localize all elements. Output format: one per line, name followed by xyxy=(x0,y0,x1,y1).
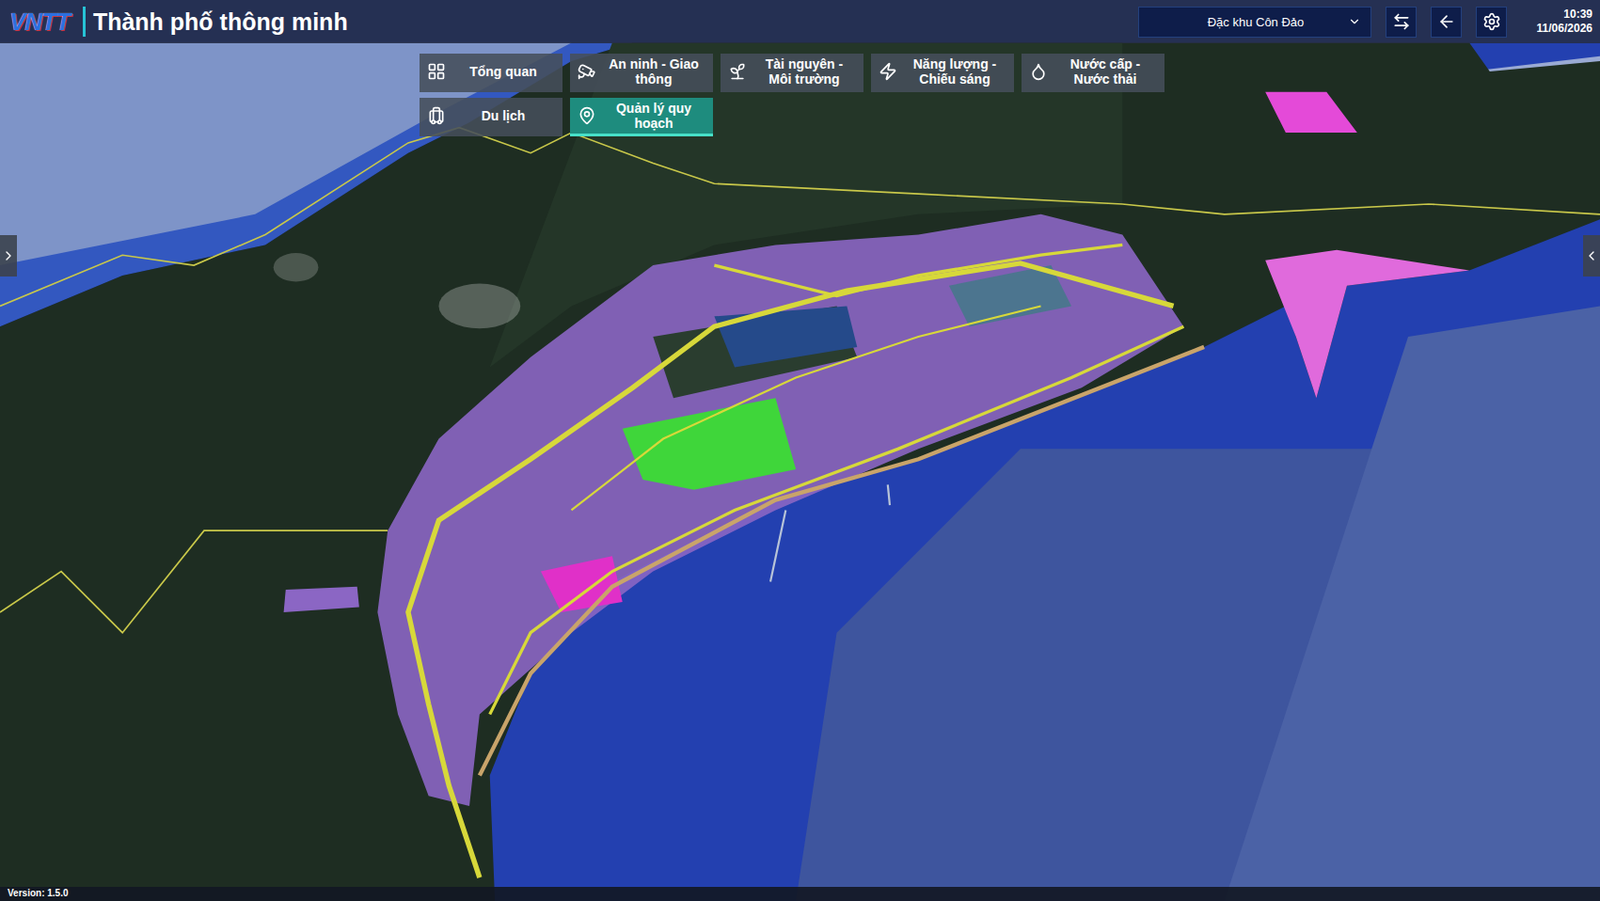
chevron-left-icon xyxy=(1584,248,1600,264)
header-bar: VNTT Thành phố thông minh Đặc khu Côn Đảo 1… xyxy=(0,0,1600,44)
module-menu: Tổng quan An ninh - Giao thông Tài nguyên … xyxy=(419,53,1165,137)
module-label: Quản lý quy hoạch xyxy=(601,100,706,131)
divider xyxy=(82,6,86,37)
right-panel-toggle[interactable] xyxy=(1583,235,1600,277)
logo[interactable]: VNTT xyxy=(9,7,76,37)
time: 10:39 xyxy=(1563,7,1593,22)
version-bar: Version: 1.5.0 xyxy=(0,887,1600,901)
district-dropdown[interactable]: Đặc khu Côn Đảo xyxy=(1138,6,1372,38)
module-icon xyxy=(577,106,597,126)
left-panel-toggle[interactable] xyxy=(0,235,17,277)
module-button[interactable]: Tổng quan xyxy=(419,53,563,93)
module-label: An ninh - Giao thông xyxy=(601,56,706,87)
brand: VNTT Thành phố thông minh xyxy=(9,6,349,37)
module-button[interactable]: An ninh - Giao thông xyxy=(570,53,713,93)
city-map[interactable] xyxy=(0,0,1600,901)
district-label: Đặc khu Côn Đảo xyxy=(1163,15,1348,30)
arrow-left-icon xyxy=(1437,12,1457,32)
switch-button[interactable] xyxy=(1385,6,1417,38)
version-text: Version: 1.5.0 xyxy=(7,887,68,899)
settings-button[interactable] xyxy=(1475,6,1507,38)
chevron-down-icon xyxy=(1347,15,1362,29)
module-icon xyxy=(427,106,446,126)
gear-icon xyxy=(1482,12,1502,32)
module-label: Du lịch xyxy=(451,108,555,124)
module-button[interactable]: Du lịch xyxy=(419,97,563,137)
module-label: Tổng quan xyxy=(451,63,555,80)
module-button[interactable]: Nước cấp - Nước thải xyxy=(1021,53,1165,93)
module-label: Năng lượng - Chiếu sáng xyxy=(902,56,1007,87)
smart-city-screen: VNTT Thành phố thông minh Đặc khu Côn Đảo 1… xyxy=(0,0,1600,901)
module-icon xyxy=(1029,62,1048,81)
module-icon xyxy=(577,62,597,81)
module-icon xyxy=(728,62,747,81)
module-icon xyxy=(878,62,898,81)
module-button[interactable]: Năng lượng - Chiếu sáng xyxy=(871,53,1014,93)
clock: 10:3911/06/2026 xyxy=(1520,7,1593,36)
app-title: Thành phố thông minh xyxy=(93,8,349,36)
header-controls: Đặc khu Côn Đảo 10:3911/06/2026 xyxy=(1138,6,1593,38)
module-button[interactable]: Tài nguyên - Môi trường xyxy=(720,53,864,93)
module-button[interactable]: Quản lý quy hoạch xyxy=(570,97,713,137)
date: 11/06/2026 xyxy=(1536,21,1593,36)
module-label: Tài nguyên - Môi trường xyxy=(752,56,856,87)
module-label: Nước cấp - Nước thải xyxy=(1053,56,1157,87)
module-icon xyxy=(427,62,446,81)
back-button[interactable] xyxy=(1430,6,1462,38)
chevron-right-icon xyxy=(0,248,16,264)
swap-arrows-icon xyxy=(1392,12,1411,32)
